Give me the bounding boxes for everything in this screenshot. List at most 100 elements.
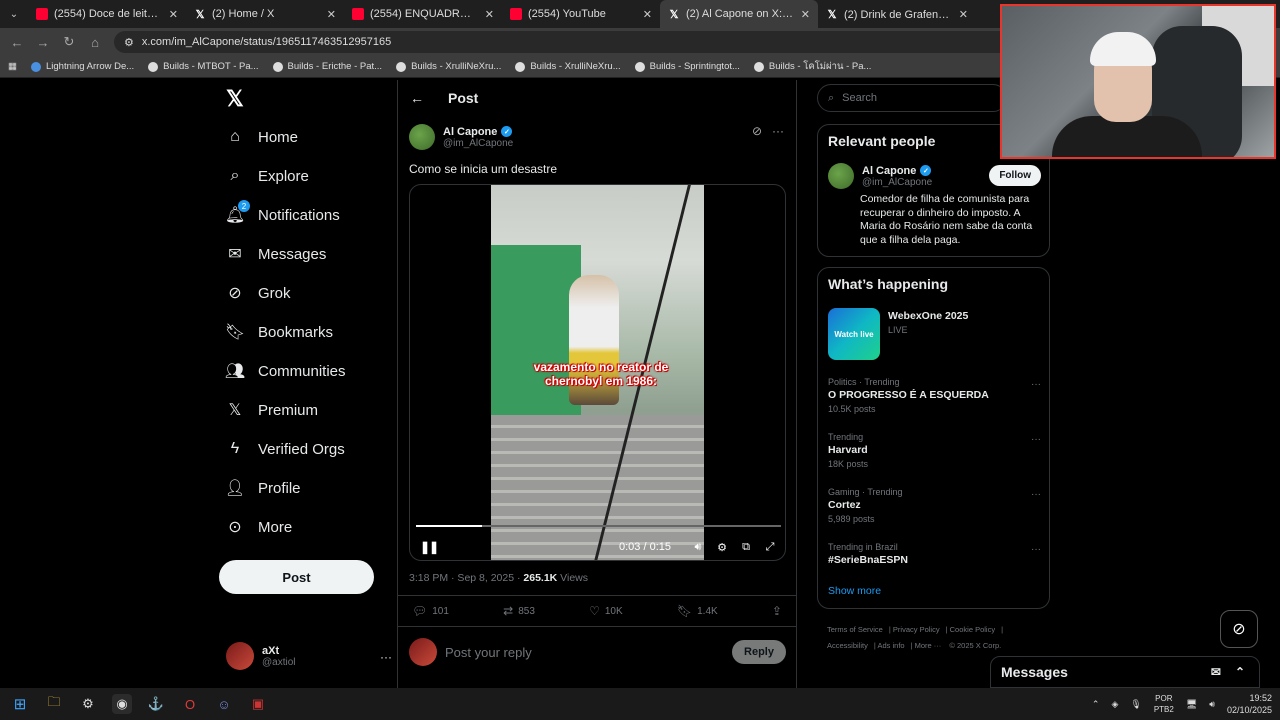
avatar[interactable] bbox=[409, 124, 435, 150]
event-item[interactable]: Watch live WebexOne 2025 LIVE bbox=[828, 308, 1041, 360]
more-dots-icon[interactable]: ··· bbox=[1031, 434, 1041, 445]
back-arrow-icon[interactable]: ← bbox=[410, 90, 424, 106]
clock[interactable]: 19:52 02/10/2025 bbox=[1227, 692, 1272, 716]
url-input[interactable]: ⚙ x.com/im_AlCapone/status/1965117463512… bbox=[114, 31, 1014, 53]
volume-icon[interactable]: 🔊︎ bbox=[1209, 699, 1215, 710]
home-icon[interactable]: ⌂ bbox=[84, 31, 106, 53]
nav-item-communities[interactable]: 👥︎ Communities bbox=[225, 362, 346, 381]
steam-icon[interactable]: ⚓ bbox=[146, 694, 166, 714]
reply-button[interactable]: Reply bbox=[732, 640, 786, 664]
nav-item-verified-orgs[interactable]: ϟ Verified Orgs bbox=[226, 440, 345, 458]
tab-search-button[interactable]: ⌄ bbox=[0, 0, 28, 28]
trend-item[interactable]: Politics · Trending O PROGRESSO É A ESQU… bbox=[828, 377, 1041, 414]
browser-tab[interactable]: (2554) ENQUADROS DE MOTO✕ bbox=[344, 0, 502, 28]
forward-icon[interactable]: → bbox=[32, 31, 54, 53]
discord-icon[interactable]: ☺ bbox=[214, 694, 234, 714]
footer-link[interactable]: Privacy Policy bbox=[893, 625, 940, 634]
language-indicator[interactable]: POR PTB2 bbox=[1154, 693, 1174, 715]
repost-action[interactable]: ⇄ 853 bbox=[503, 604, 535, 618]
nav-item-explore[interactable]: ⌕ Explore bbox=[226, 167, 309, 185]
pause-icon[interactable]: ❚❚ bbox=[420, 540, 439, 554]
close-tab-icon[interactable]: ✕ bbox=[169, 8, 178, 21]
footer-link[interactable]: Terms of Service bbox=[827, 625, 883, 634]
tray-app-icon[interactable]: ◈ bbox=[1111, 699, 1118, 710]
more-dots-icon[interactable]: ··· bbox=[1031, 544, 1041, 555]
volume-icon[interactable]: 🔊︎ bbox=[691, 541, 705, 554]
author-handle[interactable]: @im_AlCapone bbox=[443, 138, 513, 149]
grok-icon[interactable]: ⊘ bbox=[752, 124, 762, 138]
nav-item-bookmarks[interactable]: 🔖︎ Bookmarks bbox=[225, 323, 333, 342]
messages-drawer[interactable]: Messages ✉ ⌃ bbox=[990, 656, 1260, 688]
bookmark-item[interactable]: Builds - MTBOT - Pa... bbox=[148, 61, 259, 72]
nav-item-messages[interactable]: ✉ Messages bbox=[226, 245, 326, 264]
author-name[interactable]: Al Capone bbox=[443, 126, 497, 138]
bookmark-action[interactable]: 🔖︎ 1.4K bbox=[677, 604, 718, 618]
bookmark-item[interactable]: Builds - Ericthe - Pat... bbox=[272, 61, 382, 72]
nav-item-home[interactable]: ⌂ Home bbox=[226, 128, 298, 146]
more-dots-icon[interactable]: ··· bbox=[380, 650, 392, 664]
like-action[interactable]: ♡ 10K bbox=[589, 604, 623, 618]
browser-tab[interactable]: 𝕏(2) Drink de Grafeno ® ☎ 🍳 c✕ bbox=[818, 0, 976, 28]
avatar[interactable] bbox=[828, 163, 854, 189]
post-button[interactable]: Post bbox=[219, 560, 374, 594]
opera-icon[interactable]: O bbox=[180, 694, 200, 714]
more-dots-icon[interactable]: ··· bbox=[1031, 489, 1041, 500]
bookmark-item[interactable]: Builds - โคโม่ผ่าน - Pa... bbox=[753, 59, 871, 74]
site-info-icon[interactable]: ⚙ bbox=[124, 36, 134, 49]
browser-tab[interactable]: (2554) Doce de leite cremoso p✕ bbox=[28, 0, 186, 28]
new-message-icon[interactable]: ✉ bbox=[1211, 665, 1221, 679]
close-tab-icon[interactable]: ✕ bbox=[643, 8, 652, 21]
trend-item[interactable]: Trending Harvard 18K posts ··· bbox=[828, 432, 1041, 469]
network-icon[interactable]: 🖥︎ bbox=[1186, 699, 1197, 710]
nav-item-premium[interactable]: 𝕏 Premium bbox=[226, 401, 318, 420]
account-switcher[interactable]: aXt @axtiol ··· bbox=[226, 642, 392, 670]
trend-item[interactable]: Gaming · Trending Cortez 5,989 posts ··· bbox=[828, 487, 1041, 524]
browser-tab-active[interactable]: 𝕏(2) Al Capone on X: "Como✕ bbox=[660, 0, 818, 28]
more-dots-icon[interactable]: ··· bbox=[772, 124, 784, 138]
nav-item-notifications[interactable]: 🔔︎ 2 Notifications bbox=[225, 200, 340, 224]
footer-link[interactable]: Ads info bbox=[877, 641, 904, 650]
settings-icon[interactable]: ⚙ bbox=[715, 541, 729, 554]
x-logo-icon[interactable]: 𝕏 bbox=[226, 86, 244, 112]
bookmark-item[interactable]: Lightning Arrow De... bbox=[30, 61, 134, 72]
bookmark-item[interactable]: Builds - XrulliNeXru... bbox=[515, 61, 621, 72]
share-action[interactable]: ⇪ bbox=[772, 604, 782, 618]
footer-link[interactable]: Cookie Policy bbox=[950, 625, 995, 634]
nav-item-profile[interactable]: 👤︎ Profile bbox=[225, 479, 301, 498]
browser-tab[interactable]: 𝕏 (2) Home / X ✕ bbox=[186, 0, 344, 28]
app-icon[interactable]: ⚙ bbox=[78, 694, 98, 714]
microphone-icon[interactable]: 🎙︎ bbox=[1130, 699, 1141, 710]
grok-button[interactable]: ⊘ bbox=[1220, 610, 1258, 648]
show-more-link[interactable]: Show more bbox=[828, 585, 881, 597]
app-icon[interactable]: ▣ bbox=[248, 694, 268, 714]
expand-icon[interactable]: ⌃ bbox=[1235, 665, 1245, 679]
more-dots-icon[interactable]: ··· bbox=[1031, 379, 1041, 390]
relevant-person[interactable]: Al Capone ✓ @im_AlCapone Follow Comedor d… bbox=[828, 163, 1041, 246]
chrome-icon[interactable]: ◉ bbox=[112, 694, 132, 714]
pip-icon[interactable]: ⧉ bbox=[739, 541, 753, 554]
video-progress-bar[interactable] bbox=[416, 525, 781, 527]
post-author[interactable]: Al Capone ✓ @im_AlCapone bbox=[409, 124, 513, 150]
close-tab-icon[interactable]: ✕ bbox=[801, 8, 810, 21]
file-explorer-icon[interactable]: 🗀 bbox=[44, 694, 64, 714]
trend-item[interactable]: Trending in Brazil #SerieBnaESPN ··· bbox=[828, 542, 1041, 566]
fullscreen-icon[interactable]: ⤢ bbox=[763, 541, 777, 554]
bookmark-item[interactable]: Builds - Sprintingtot... bbox=[634, 61, 740, 72]
close-tab-icon[interactable]: ✕ bbox=[327, 8, 336, 21]
apps-icon[interactable]: ▦ bbox=[8, 61, 17, 72]
nav-item-grok[interactable]: ⊘ Grok bbox=[226, 284, 290, 303]
footer-link[interactable]: More ··· bbox=[915, 641, 942, 650]
reply-input[interactable]: Post your reply bbox=[445, 645, 724, 660]
close-tab-icon[interactable]: ✕ bbox=[959, 8, 968, 21]
nav-item-more[interactable]: ⊙ More bbox=[226, 518, 292, 537]
close-tab-icon[interactable]: ✕ bbox=[485, 8, 494, 21]
footer-link[interactable]: Accessibility bbox=[827, 641, 868, 650]
follow-button[interactable]: Follow bbox=[989, 165, 1041, 186]
reply-action[interactable]: 💬︎ 101 bbox=[412, 604, 449, 618]
search-input[interactable]: ⌕ Search bbox=[817, 84, 1007, 112]
video-player[interactable]: vazamento no reator de chernobyl em 1986… bbox=[409, 184, 786, 561]
browser-tab[interactable]: (2554) YouTube ✕ bbox=[502, 0, 660, 28]
back-icon[interactable]: ← bbox=[6, 31, 28, 53]
chevron-up-icon[interactable]: ⌃ bbox=[1092, 699, 1100, 710]
windows-start-icon[interactable]: ⊞ bbox=[10, 694, 30, 714]
